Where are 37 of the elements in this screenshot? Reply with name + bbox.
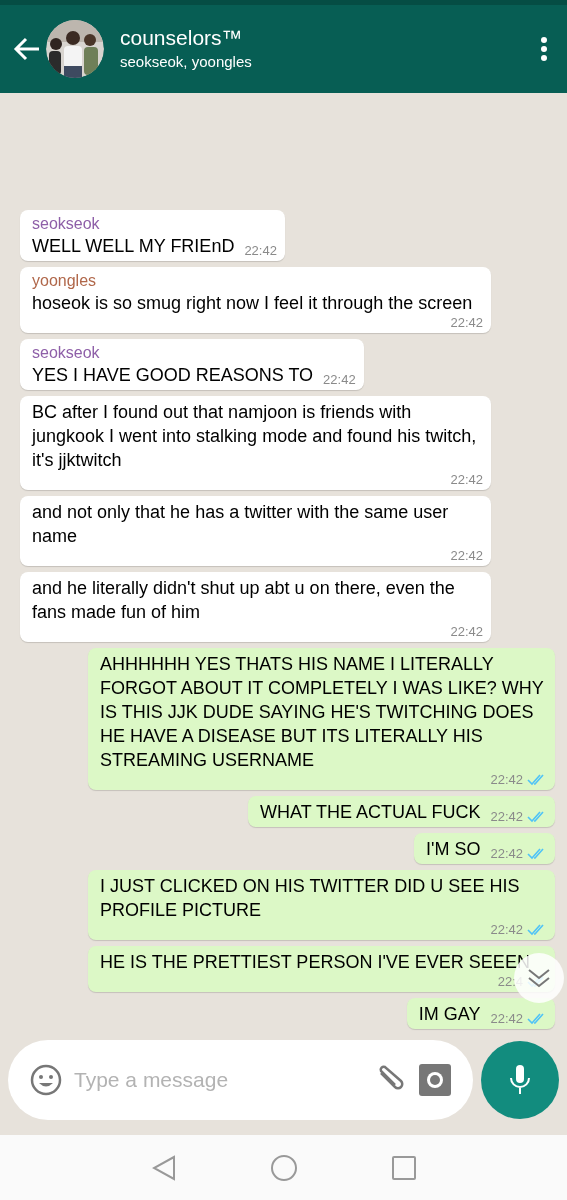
message-time: 22:42 (490, 772, 523, 787)
message-text: BC after I found out that namjoon is friends with jungkook I went into stalking mode and found his twitch, it's jjktwitch (32, 401, 478, 472)
message-time: 22:42 (490, 846, 523, 861)
message-text: HE IS THE PRETTIEST PERSON I'VE EVER SEEEN (100, 951, 531, 974)
message-text: WHAT THE ACTUAL FUCK (260, 801, 481, 824)
message-time: 22:42 (323, 372, 356, 387)
smiley-icon[interactable] (30, 1064, 62, 1096)
message-text: YES I HAVE GOOD REASONS TO (32, 364, 314, 387)
message-time: 22:42 (450, 624, 483, 639)
message-time: 22:42 (490, 809, 523, 824)
message-time: 22:42 (490, 1011, 523, 1026)
message-text: I'M SO (426, 838, 481, 861)
chat-members: seokseok, yoongles (120, 52, 253, 72)
chat-title: counselors™ (120, 25, 244, 51)
message-time: 22:42 (490, 922, 523, 937)
message-field[interactable]: Type a message (74, 1064, 361, 1096)
sender-name: seokseok (32, 343, 101, 363)
camera-icon[interactable] (419, 1064, 451, 1096)
message-time: 22:42 (450, 315, 483, 330)
message-text: and he literally didn't shut up abt u on there, even the fans made fun of him (32, 577, 456, 624)
message-text: WELL WELL MY FRIEnD (32, 235, 235, 258)
message-text: hoseok is so smug right now I feel it through the screen (32, 292, 474, 315)
message-time: 22:42 (244, 243, 277, 258)
back-icon[interactable] (151, 1154, 176, 1181)
sender-name: yoongles (32, 271, 98, 291)
sender-name: seokseok (32, 214, 101, 234)
message-time: 22:42 (450, 548, 483, 563)
message-text: IM GAY (418, 1003, 481, 1026)
microphone-icon (509, 1064, 531, 1096)
more-options-icon[interactable] (539, 35, 549, 63)
message-text: I JUST CLICKED ON HIS TWITTER DID U SEE HIS PROFILE PICTURE (100, 875, 521, 922)
message-text: AHHHHHH YES THATS HIS NAME I LITERALLY FORGOT ABOUT IT COMPLETELY I WAS LIKE? WHY IS THIS JJK DUDE SAYING HE'S TWITCHING DOES HE HAVE A DISEASE BUT ITS LITERALLY HIS STREAMING USERNAME (100, 653, 545, 772)
recents-icon[interactable] (391, 1155, 416, 1180)
message-time: 22:42 (450, 472, 483, 487)
double-chevron-icon (527, 968, 551, 988)
home-icon[interactable] (270, 1154, 297, 1181)
message-text: and not only that he has a twitter with the same user name (32, 501, 450, 548)
